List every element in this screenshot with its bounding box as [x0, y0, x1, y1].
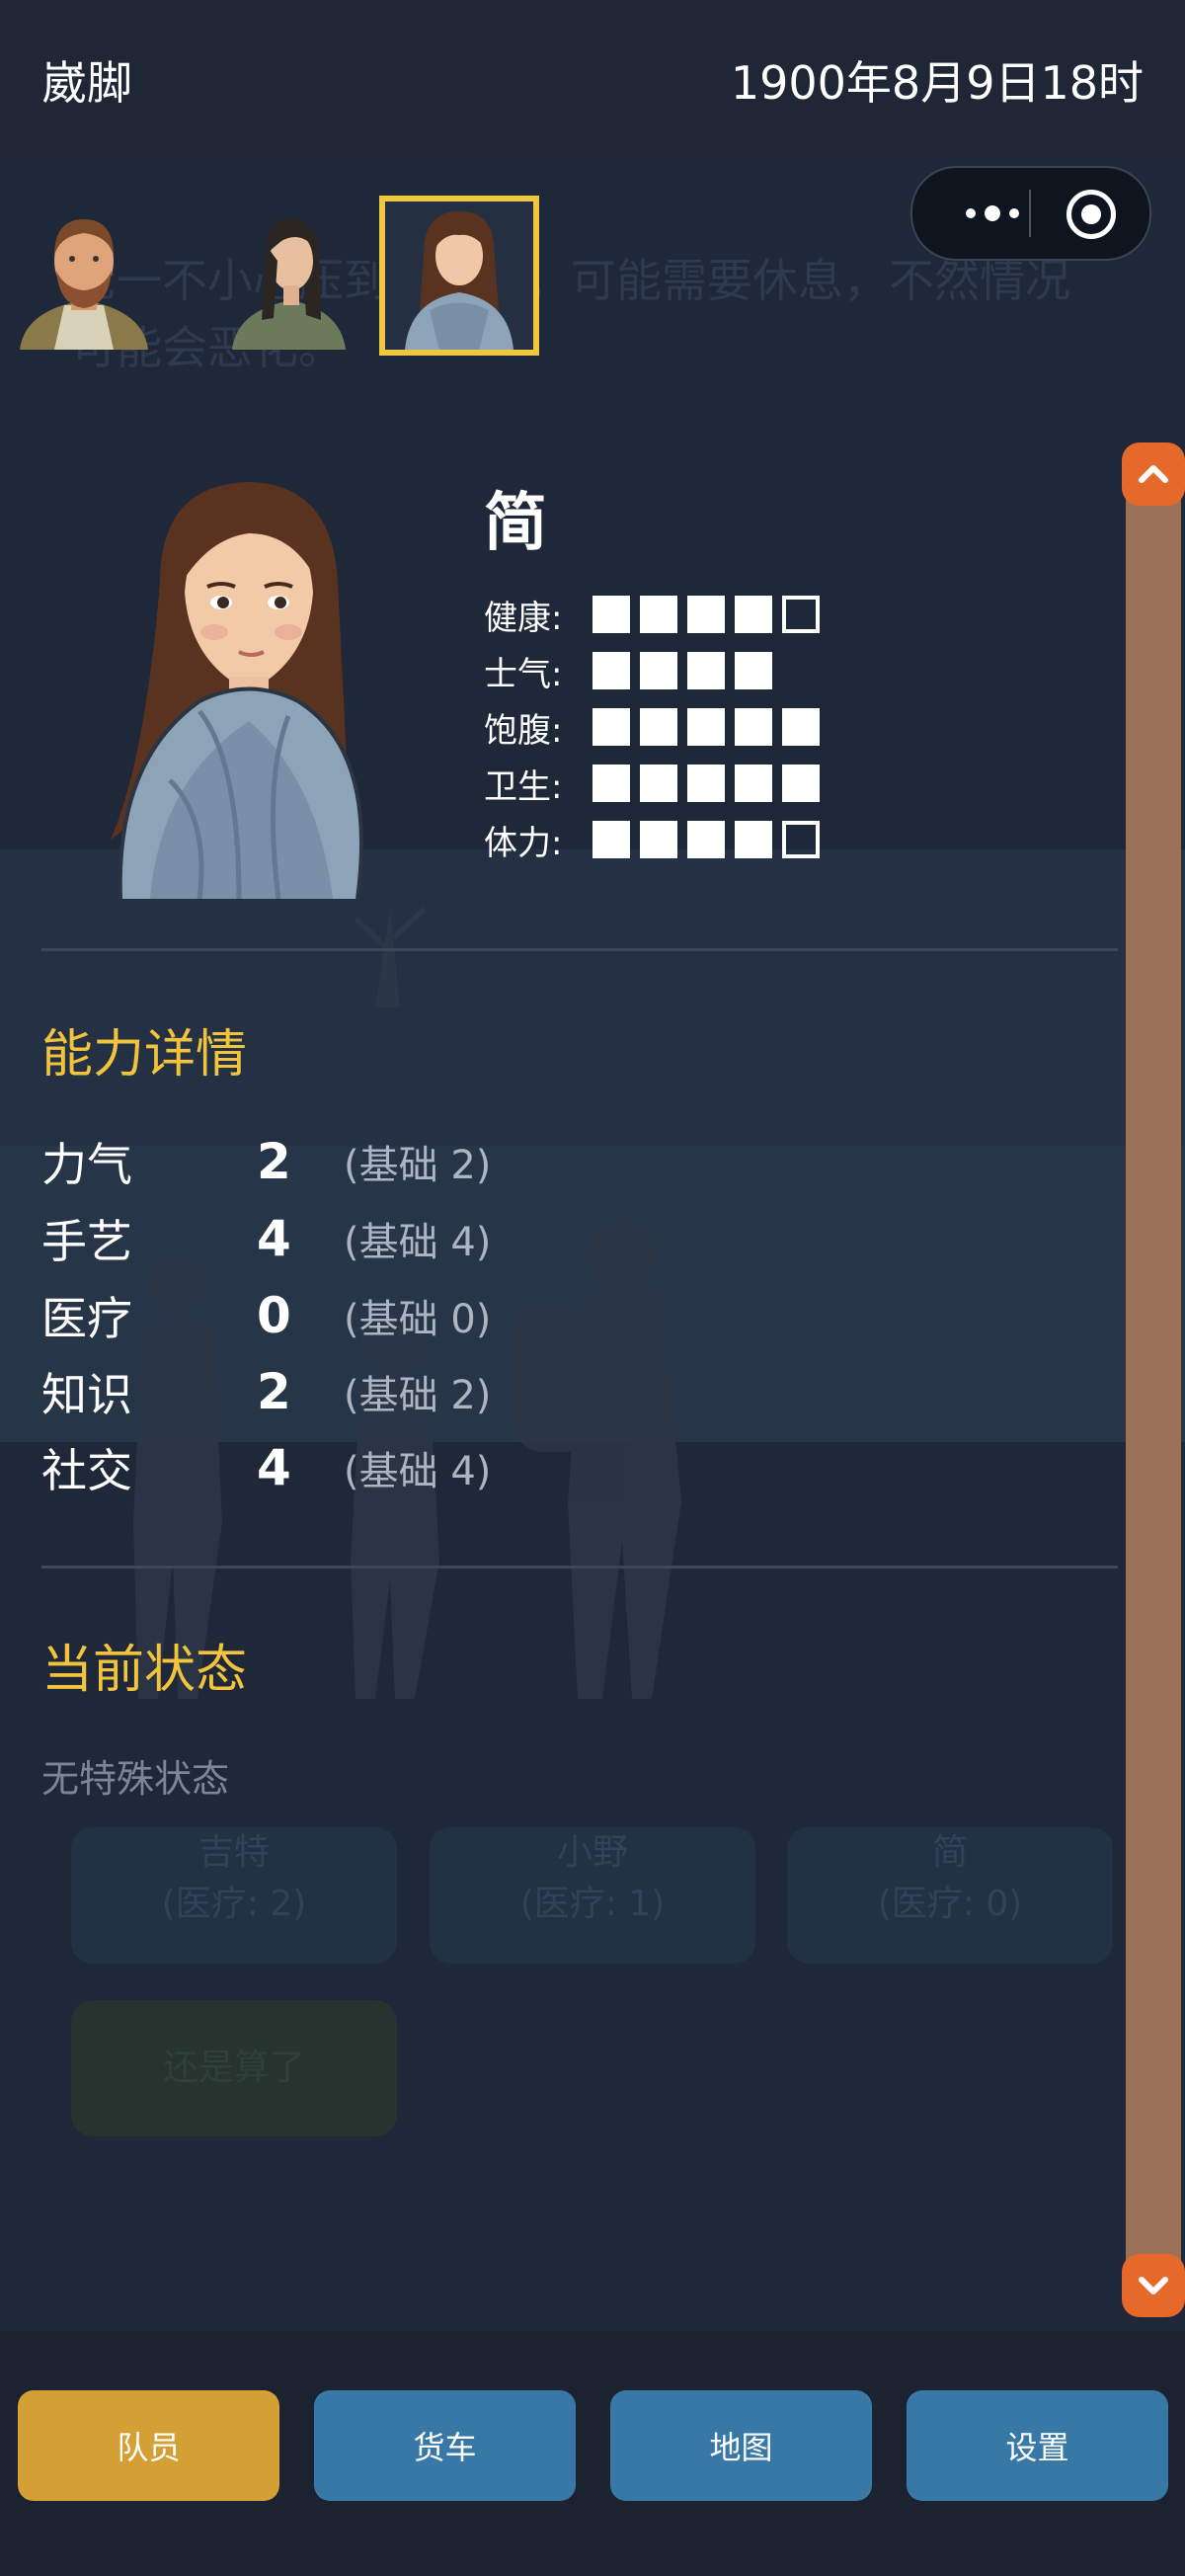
stat-label: 饱腹: [484, 710, 563, 751]
ability-value: 2 [257, 1363, 291, 1420]
stat-row: 饱腹: [484, 705, 830, 751]
stat-row: 健康: [484, 593, 830, 638]
background-choice-jian: 简 (医疗: 0) [787, 1827, 1113, 1964]
stat-label: 体力: [484, 823, 563, 863]
scroll-down-button[interactable] [1122, 2254, 1185, 2317]
section-divider [41, 948, 1118, 951]
stat-pip-filled [735, 652, 772, 689]
stat-label: 健康: [484, 598, 563, 638]
stat-label: 卫生: [484, 766, 563, 807]
background-cancel-button: 还是算了 [71, 2000, 397, 2136]
ability-row: 医疗 0 (基础 0) [41, 1286, 491, 1345]
chevron-up-icon [1139, 465, 1168, 483]
ability-name: 力气 [41, 1138, 132, 1191]
background-choice-xiaoye: 小野 (医疗: 1) [430, 1827, 755, 1964]
ability-base: (基础 4) [344, 1449, 492, 1494]
stat-pip-filled [687, 708, 725, 746]
nav-settings-button[interactable]: 设置 [907, 2390, 1168, 2501]
abilities-section-title: 能力详情 [41, 1025, 248, 1085]
stat-pip-filled [592, 596, 630, 633]
stat-pip-filled [735, 596, 772, 633]
ability-base: (基础 4) [344, 1220, 492, 1265]
status-section-title: 当前状态 [41, 1641, 248, 1700]
game-datetime: 1900年8月9日18时 [730, 56, 1144, 110]
ability-name: 医疗 [41, 1292, 132, 1345]
stat-row: 士气: [484, 649, 782, 694]
stat-row: 体力: [484, 818, 830, 863]
stat-pip-filled [640, 821, 677, 858]
close-miniprogram-icon[interactable] [1066, 190, 1116, 239]
stat-pip-filled [640, 765, 677, 802]
miniprogram-capsule [910, 166, 1151, 261]
party-member-thumb-xiaoye[interactable] [212, 201, 360, 350]
stat-pip-filled [735, 765, 772, 802]
ability-row: 社交 4 (基础 4) [41, 1438, 491, 1497]
background-choice-jite: 吉特 (医疗: 2) [71, 1827, 397, 1964]
section-divider [41, 1566, 1118, 1569]
stat-pip-filled [782, 708, 820, 746]
stat-pip-filled [592, 765, 630, 802]
man-portrait-icon [20, 219, 148, 350]
stat-pip-filled [592, 708, 630, 746]
woman-profile-portrait-icon [232, 218, 346, 350]
party-member-thumb-jian[interactable] [379, 196, 539, 356]
scrollbar-track[interactable] [1126, 469, 1181, 2292]
ability-name: 手艺 [41, 1215, 132, 1268]
stat-pip-filled [640, 596, 677, 633]
stat-pip-filled [592, 652, 630, 689]
party-member-thumb-jite[interactable] [10, 201, 158, 350]
ability-value: 4 [257, 1439, 291, 1496]
ability-value: 0 [257, 1287, 291, 1344]
stat-pip-filled [687, 821, 725, 858]
capsule-divider [1029, 190, 1031, 237]
character-name: 简 [484, 487, 547, 560]
stat-pip-empty [782, 596, 820, 633]
character-portrait [111, 482, 363, 899]
stat-pip-filled [687, 652, 725, 689]
ability-name: 知识 [41, 1368, 132, 1421]
stat-pip-empty [782, 821, 820, 858]
nav-wagon-button[interactable]: 货车 [314, 2390, 576, 2501]
ability-base: (基础 2) [344, 1373, 492, 1418]
status-text: 无特殊状态 [41, 1757, 230, 1801]
nav-members-button[interactable]: 队员 [18, 2390, 279, 2501]
stat-pip-filled [735, 821, 772, 858]
ability-value: 4 [257, 1210, 291, 1267]
stat-pip-filled [592, 821, 630, 858]
event-location-title: 崴脚 [41, 56, 132, 110]
nav-map-button[interactable]: 地图 [610, 2390, 872, 2501]
ability-row: 知识 2 (基础 2) [41, 1362, 491, 1421]
woman-shawl-portrait-icon [385, 201, 533, 350]
stat-row: 卫生: [484, 762, 830, 807]
stat-pip-filled [687, 765, 725, 802]
scroll-up-button[interactable] [1122, 443, 1185, 506]
ability-row: 力气 2 (基础 2) [41, 1132, 491, 1191]
ability-row: 手艺 4 (基础 4) [41, 1209, 491, 1268]
ability-name: 社交 [41, 1444, 132, 1497]
stat-pip-filled [687, 596, 725, 633]
ability-base: (基础 2) [344, 1143, 492, 1188]
more-options-icon[interactable] [948, 168, 1037, 259]
stat-pip-filled [640, 708, 677, 746]
stat-label: 士气: [484, 654, 563, 694]
stat-pip-filled [782, 765, 820, 802]
stat-pip-filled [640, 652, 677, 689]
ability-base: (基础 0) [344, 1297, 492, 1342]
ability-value: 2 [257, 1133, 291, 1190]
chevron-down-icon [1139, 2277, 1168, 2294]
stat-pip-filled [735, 708, 772, 746]
